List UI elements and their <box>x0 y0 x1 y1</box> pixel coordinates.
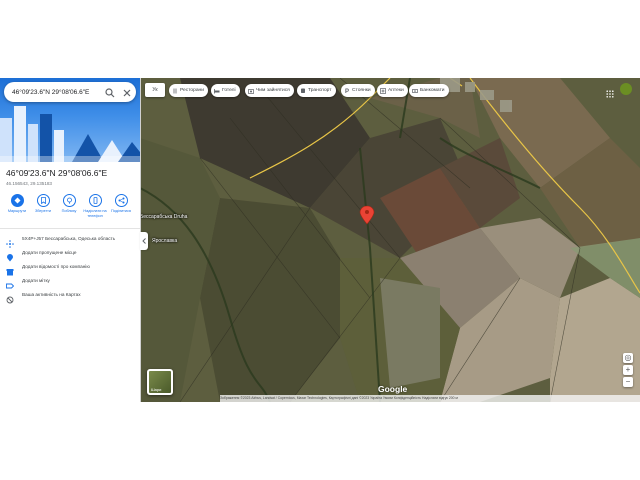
layers-label: Шари <box>151 387 162 392</box>
google-logo: Google <box>378 384 408 394</box>
close-icon[interactable] <box>121 86 133 98</box>
search-box[interactable] <box>4 82 136 102</box>
collapse-panel-button[interactable] <box>140 232 148 250</box>
chevron-left-icon <box>141 238 146 244</box>
add-label-text: Додати мітку <box>22 278 50 283</box>
save-label: Зберегти <box>34 209 51 213</box>
apps-grid-icon[interactable] <box>606 85 614 98</box>
plus-code-text: 5X4P+J57 Бессарабська, Одеська область <box>22 236 116 241</box>
directions-label: Маршрути <box>7 209 27 213</box>
add-business-text: Додати відомості про компанію <box>22 264 90 269</box>
search-icon[interactable] <box>104 86 116 98</box>
chip-label: Транспорт <box>308 88 332 93</box>
satellite-map[interactable] <box>140 78 640 402</box>
chip-label: Ресторани <box>180 88 204 93</box>
panel-divider <box>0 228 140 229</box>
business-icon <box>6 263 14 276</box>
camera-icon <box>248 88 254 94</box>
send-to-phone-label: Надіслати на телефон <box>83 209 107 218</box>
place-panel: 46°09'23.6"N 29°08'06.6"E 46.156543, 29.… <box>0 78 141 402</box>
village-label[interactable]: Ярославка <box>152 238 177 244</box>
plus-code-icon <box>6 235 14 248</box>
map-attribution: Зображення ©2023 Airbus, Landsat / Coper… <box>220 395 640 402</box>
chip-label: Банкомати <box>420 88 445 93</box>
chip-pharmacies[interactable]: Аптеки <box>377 84 408 97</box>
save-button[interactable]: Зберегти <box>31 194 55 214</box>
place-coordinates: 46.156543, 29.135183 <box>6 181 52 186</box>
fork-knife-icon <box>172 88 178 94</box>
pharmacy-icon <box>380 87 386 94</box>
parking-icon: P <box>344 88 350 95</box>
zoom-out-button[interactable]: − <box>623 377 633 387</box>
zoom-in-button[interactable]: + <box>623 365 633 375</box>
layers-button[interactable]: Шари <box>147 369 173 395</box>
directions-button[interactable]: Маршрути <box>5 194 29 214</box>
add-place-icon <box>6 249 14 262</box>
chip-atms[interactable]: Банкомати <box>409 84 449 97</box>
place-title: 46°09'23.6"N 29°08'06.6"E <box>6 168 108 178</box>
nearby-button[interactable]: Поблизу <box>57 194 81 214</box>
share-button[interactable]: Поділитися <box>109 194 133 214</box>
action-buttons: Маршрути Зберегти Поблизу Надіслати на т… <box>0 194 140 224</box>
send-to-phone-icon <box>93 197 97 204</box>
maps-window: 46°09'23.6"N 29°08'06.6"E 46.156543, 29.… <box>0 78 640 402</box>
atm-icon <box>412 88 418 94</box>
plus-icon: + <box>625 365 631 374</box>
language-selector[interactable]: Ук <box>145 83 165 97</box>
activity-text: Ваша активність на Картах <box>22 292 81 297</box>
minus-icon: − <box>625 377 631 386</box>
zoom-controls: ◎ + − <box>623 353 633 389</box>
add-business-row[interactable]: Додати відомості про компанію <box>0 262 140 276</box>
label-icon <box>6 277 15 289</box>
share-label: Поділитися <box>111 209 131 213</box>
share-icon <box>118 197 124 204</box>
avatar[interactable] <box>620 83 632 95</box>
village-label[interactable]: Бессарабська Druha <box>140 214 187 220</box>
chip-restaurants[interactable]: Ресторани <box>169 84 208 97</box>
plus-code-row[interactable]: 5X4P+J57 Бессарабська, Одеська область <box>0 234 140 248</box>
chip-parking[interactable]: P Стоянки <box>341 84 375 97</box>
bus-icon <box>300 88 306 94</box>
bookmark-icon <box>40 197 46 204</box>
history-icon <box>6 291 14 304</box>
activity-row[interactable]: Ваша активність на Картах <box>0 290 140 304</box>
chip-label: Готелі <box>222 88 236 93</box>
search-input[interactable] <box>12 85 100 99</box>
directions-icon <box>14 197 20 204</box>
chip-label: Чим зайнятися <box>256 88 290 93</box>
nearby-icon <box>66 197 72 204</box>
chip-things-to-do[interactable]: Чим зайнятися <box>245 84 294 97</box>
target-icon: ◎ <box>624 353 632 362</box>
add-place-row[interactable]: Додати пропущене місце <box>0 248 140 262</box>
bed-icon <box>214 88 220 94</box>
send-to-phone-button[interactable]: Надіслати на телефон <box>83 194 107 218</box>
chip-hotels[interactable]: Готелі <box>211 84 240 97</box>
my-location-button[interactable]: ◎ <box>623 353 633 363</box>
chip-transit[interactable]: Транспорт <box>297 84 336 97</box>
svg-text:P: P <box>345 89 349 94</box>
add-label-row[interactable]: Додати мітку <box>0 276 140 289</box>
chip-label: Аптеки <box>388 88 404 93</box>
add-place-text: Додати пропущене місце <box>22 250 77 255</box>
chip-label: Стоянки <box>352 88 371 93</box>
nearby-label: Поблизу <box>61 209 77 213</box>
